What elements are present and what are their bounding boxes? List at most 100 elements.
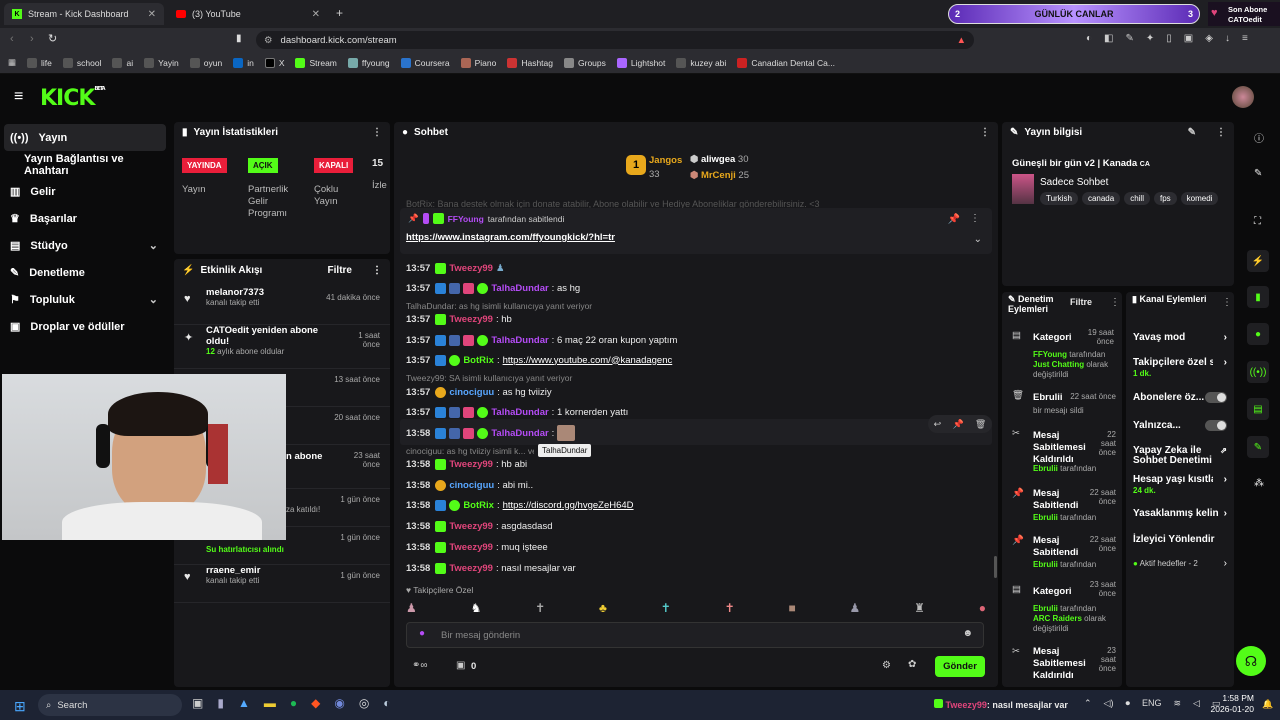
more-options-icon[interactable]: ⋮ [970, 213, 980, 224]
channel-icon[interactable]: ▤ [1247, 398, 1269, 420]
message-username[interactable]: Tweezy99 [449, 542, 493, 553]
menu-icon[interactable]: ≡ [1242, 33, 1248, 44]
pinned-link[interactable]: https://www.instagram.com/ffyoungkick/?h… [406, 232, 615, 243]
message-username[interactable]: Tweezy99 [449, 314, 493, 325]
bookmark-item[interactable]: ffyoung [347, 57, 390, 68]
hamburger-menu-icon[interactable]: ≡ [14, 88, 23, 106]
channel-action-ai-moderation[interactable]: Yapay Zeka ile Sohbet Denetimi ⇗ [1133, 446, 1227, 466]
emotes-only-toggle[interactable] [1205, 420, 1227, 431]
discord-icon[interactable]: ◉ [334, 696, 344, 710]
taskbar-search[interactable]: ⌕ Search [38, 694, 182, 716]
brave-shield-icon[interactable]: ▲ [957, 35, 966, 46]
chat-icon[interactable]: ● [1247, 323, 1269, 345]
message-username[interactable]: BotRix [463, 500, 494, 511]
event-item[interactable]: ✦ CATOedit yeniden abone oldu! 12 aylık ab… [174, 325, 390, 369]
language-indicator[interactable]: ENG [1142, 698, 1162, 709]
category-link[interactable]: ARC Raiders [1033, 614, 1082, 623]
channel-action-account-age[interactable]: Hesap yaşı kısıtla 24 dk. › [1133, 474, 1227, 496]
bookmark-item[interactable]: Hashtag [507, 57, 553, 68]
chat-message[interactable]: 13:57 TalhaDundar: 1 kornerden yattı [406, 405, 628, 419]
spotify-icon[interactable]: ● [290, 696, 297, 710]
chat-message[interactable]: 13:58 BotRix: https://discord.gg/hvgeZeH6… [406, 498, 634, 512]
chat-message[interactable]: 13:57 cinociguu: as hg tviiziy [406, 385, 552, 399]
message-username[interactable]: cinociguu [449, 480, 494, 491]
bolt-icon[interactable]: ⚡ [1247, 250, 1269, 272]
message-username[interactable]: cinociguu [449, 387, 494, 398]
emoji-icon[interactable]: ☻ [962, 628, 973, 639]
address-bar[interactable]: ⚙ dashboard.kick.com/stream ▲ [256, 31, 974, 49]
reply-icon[interactable]: ↩ [934, 419, 942, 430]
message-username[interactable]: Tweezy99 [449, 263, 493, 274]
subs-only-toggle[interactable] [1205, 392, 1227, 403]
bookmark-item[interactable]: Piano [460, 57, 496, 68]
close-tab-icon[interactable]: ✕ [148, 9, 156, 20]
channel-action-emotes-only[interactable]: Yalnızca... [1133, 420, 1227, 431]
chat-message[interactable]: 13:57 TalhaDundar: 6 maç 22 oran kupon ya… [406, 333, 677, 347]
bookmark-item[interactable]: Coursera [400, 57, 450, 68]
explorer-icon[interactable]: ▬ [264, 696, 276, 710]
back-icon[interactable]: ‹ [10, 33, 14, 45]
shield-icon[interactable]: ◈ [1205, 33, 1213, 44]
more-options-icon[interactable]: ⋮ [1216, 127, 1226, 138]
emote-icon[interactable]: ♜ [914, 601, 925, 615]
message-username[interactable]: TalhaDundar [491, 335, 548, 346]
wifi-icon[interactable]: ≋ [1174, 698, 1182, 709]
sidebar-item-gelir[interactable]: ▥ Gelir [0, 178, 168, 205]
mod-user[interactable]: FFYoung [1033, 350, 1067, 359]
photos-icon[interactable]: ▲ [238, 696, 250, 710]
message-username[interactable]: TalhaDundar [491, 407, 548, 418]
tag[interactable]: Turkish [1040, 192, 1078, 205]
stats-icon[interactable]: ▮ [1247, 286, 1269, 308]
store-icon[interactable]: ▣ [456, 660, 465, 671]
edit-icon[interactable]: ✎ [1188, 127, 1196, 138]
message-username[interactable]: TalhaDundar [491, 428, 548, 439]
emote-icon[interactable]: ♣ [599, 601, 607, 615]
bookmark-icon[interactable]: ▮ [236, 33, 242, 44]
volume-icon[interactable]: ◁) [1104, 698, 1114, 709]
filter-button[interactable]: Filtre [1070, 297, 1092, 307]
mod-user[interactable]: Ebrulii [1033, 560, 1058, 569]
unpin-icon[interactable]: 📌 [948, 214, 960, 225]
avatar[interactable] [1232, 86, 1254, 108]
sidebar-item-stream-key[interactable]: Yayın Bağlantısı ve Anahtarı [0, 151, 168, 178]
expand-icon[interactable]: ⛶ [1254, 216, 1261, 227]
trash-icon[interactable]: 🗑 [975, 419, 986, 430]
sidebar-item-basarilar[interactable]: ♛ Başarılar [0, 205, 168, 232]
emote-icon[interactable]: ✝ [725, 601, 735, 615]
reload-icon[interactable]: ↻ [48, 32, 57, 45]
bookmark-item[interactable]: oyun [189, 57, 222, 68]
bookmark-item[interactable]: Stream [295, 57, 337, 68]
message-username[interactable]: Tweezy99 [449, 563, 493, 574]
chat-message[interactable]: 13:57 TalhaDundar: as hg [406, 281, 580, 295]
tag[interactable]: fps [1153, 192, 1177, 205]
tab-youtube[interactable]: (3) YouTube ✕ [168, 3, 328, 25]
chat-message[interactable]: 13:58 Tweezy99: hb abi [406, 457, 527, 471]
category-name[interactable]: Sadece Sohbet [1040, 177, 1108, 188]
support-button[interactable]: ☊ [1236, 646, 1266, 676]
bookmark-item[interactable]: kuzey abi [676, 57, 726, 68]
more-options-icon[interactable]: ⋮ [372, 127, 382, 138]
bookmark-item[interactable]: in [233, 57, 254, 68]
channel-action-subs-only[interactable]: Abonelere öz... [1133, 392, 1227, 403]
mod-user[interactable]: Ebrulii [1033, 464, 1058, 473]
close-tab-icon[interactable]: ✕ [312, 9, 320, 20]
bookmark-item[interactable]: life [27, 57, 52, 68]
obs-icon[interactable]: ◎ [359, 696, 369, 710]
notifications-icon[interactable]: 🔔 [1262, 699, 1273, 710]
chat-message[interactable]: 13:58 cinociguu: abi mi.. [406, 478, 533, 492]
filter-button[interactable]: Filtre [328, 265, 352, 276]
clock[interactable]: 1:58 PM 2026-01-20 [1210, 693, 1254, 715]
bookmark-item[interactable]: Groups [564, 57, 606, 68]
pinned-by-user[interactable]: FFYoung [448, 214, 484, 224]
emote-icon[interactable]: ✝ [535, 601, 545, 615]
chevron-down-icon[interactable]: ⌄ [974, 234, 982, 245]
send-button[interactable]: Gönder [935, 656, 985, 677]
chat-message[interactable]: 13:57 Tweezy99: hb [406, 312, 512, 326]
chat-message[interactable]: 13:58 Tweezy99: muq işteee [406, 540, 548, 554]
more-options-icon[interactable]: ⋮ [372, 265, 382, 276]
settings-icon[interactable]: ⚙ [882, 660, 891, 671]
message-link[interactable]: https://www.youtube.com/@kanadagenc [503, 355, 673, 366]
new-tab-icon[interactable]: + [336, 6, 343, 20]
chat-message[interactable]: 13:57 Tweezy99 ♟ [406, 261, 505, 275]
message-username[interactable]: Tweezy99 [449, 459, 493, 470]
